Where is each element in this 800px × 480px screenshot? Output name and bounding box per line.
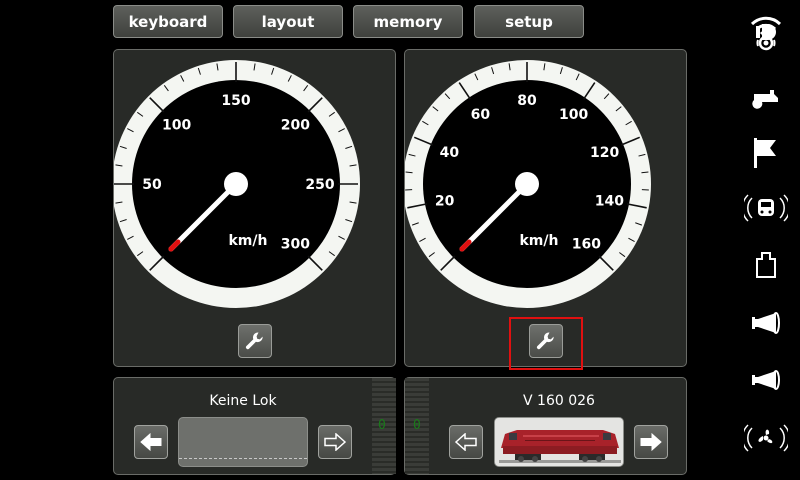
loco-image[interactable] <box>494 417 624 467</box>
minor-tick <box>641 171 649 174</box>
arrow-left-outline-icon <box>455 433 477 451</box>
loco-image-empty[interactable] <box>178 417 308 467</box>
flag-icon[interactable] <box>744 132 788 172</box>
train-sound-icon[interactable] <box>744 188 788 228</box>
gauge-tick-label: 200 <box>281 118 310 134</box>
coupler-icon[interactable] <box>744 245 788 285</box>
speed-digit-right: 0 <box>413 418 421 433</box>
gauge-hub <box>515 172 539 196</box>
arrow-right-outline-icon <box>324 433 346 451</box>
gauge-tick-label: 250 <box>305 177 334 193</box>
tab-setup[interactable]: setup <box>474 5 584 38</box>
horn-low-icon[interactable] <box>744 360 788 400</box>
settings-wrench-button-left[interactable] <box>238 324 272 358</box>
loco-panel-left: Keine Lok 0 <box>113 377 396 475</box>
fan-sound-icon[interactable] <box>744 418 788 458</box>
speed-digit-left: 0 <box>378 418 386 433</box>
direction-right-button[interactable] <box>634 425 668 459</box>
gauge-tick-label: 160 <box>572 236 601 252</box>
gauge-tick-label: 60 <box>471 107 491 123</box>
whistle-icon[interactable] <box>744 80 788 120</box>
tab-memory[interactable]: memory <box>353 5 463 38</box>
tab-keyboard[interactable]: keyboard <box>113 5 223 38</box>
gauge-tick-label: 120 <box>590 145 619 161</box>
locomotive-picture-icon <box>495 418 623 466</box>
arrow-left-icon <box>140 433 162 451</box>
gauge-tick-label: 80 <box>517 93 537 109</box>
tab-layout[interactable]: layout <box>233 5 343 38</box>
gauge-tick-label: 300 <box>281 236 310 252</box>
direction-right-button[interactable] <box>318 425 352 459</box>
direction-left-button[interactable] <box>449 425 483 459</box>
gauge-tick-label: 20 <box>435 193 455 209</box>
headlight-icon[interactable] <box>744 12 788 52</box>
wrench-icon <box>245 332 263 350</box>
loco-panel-right: 0 V 160 026 <box>404 377 687 475</box>
minor-tick <box>405 171 413 174</box>
gauge-hub <box>224 172 248 196</box>
gauge-unit-label: km/h <box>520 233 559 249</box>
gauge-tick-label: 100 <box>559 107 588 123</box>
gauge-tick-label: 140 <box>595 193 624 209</box>
arrow-right-icon <box>640 433 662 451</box>
loco-name-left: Keine Lok <box>209 393 277 409</box>
gauge-unit-label: km/h <box>229 233 268 249</box>
gauge-tick-label: 100 <box>162 118 191 134</box>
selection-highlight <box>509 317 583 370</box>
horn-high-icon[interactable] <box>744 303 788 343</box>
loco-name-right: V 160 026 <box>523 393 595 409</box>
direction-left-button[interactable] <box>134 425 168 459</box>
speedometer-left: 50 100 150 200 250 300 km/h <box>114 60 360 308</box>
speedometer-right: 20 40 60 80 100 120 140 160 km/h <box>405 60 651 308</box>
gauge-tick-label: 50 <box>142 177 162 193</box>
gauge-panel-left: 50 100 150 200 250 300 km/h <box>113 49 396 367</box>
gauge-tick-label: 40 <box>440 145 460 161</box>
gauge-tick-label: 150 <box>221 93 250 109</box>
